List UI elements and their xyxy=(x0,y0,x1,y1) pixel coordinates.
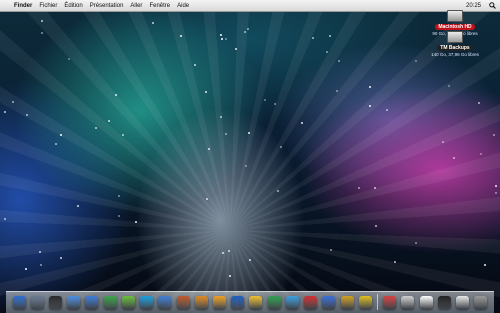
drive-label: Macintosh HD xyxy=(435,24,475,30)
dock-app-icon[interactable] xyxy=(340,296,354,309)
star xyxy=(25,267,28,270)
dock-app-icon[interactable] xyxy=(437,296,451,309)
dock-app-icon[interactable] xyxy=(474,296,488,309)
search-icon[interactable] xyxy=(489,2,496,9)
star xyxy=(25,113,28,116)
dock-app-icon[interactable] xyxy=(121,296,135,309)
dock-app-icon[interactable] xyxy=(213,296,227,309)
star xyxy=(54,143,57,146)
star xyxy=(228,249,231,252)
star xyxy=(453,156,456,159)
star xyxy=(152,21,155,24)
star xyxy=(121,133,124,136)
dock-app-icon[interactable] xyxy=(140,296,154,309)
dock-app-icon[interactable] xyxy=(12,296,26,309)
dock-app-icon[interactable] xyxy=(103,296,117,309)
star xyxy=(263,99,266,102)
hard-drive-icon xyxy=(447,31,463,43)
drive-label: TM Backups xyxy=(437,45,473,51)
dock-app-icon[interactable] xyxy=(456,296,470,309)
menu-fenetre[interactable]: Fenêtre xyxy=(149,3,170,9)
menu-clock[interactable]: 20:25 xyxy=(466,3,481,9)
dock-app-icon[interactable] xyxy=(285,296,299,309)
star xyxy=(40,19,43,22)
star xyxy=(477,101,480,104)
star xyxy=(206,197,209,200)
drive-info: 140 Go, 37,96 Go libres xyxy=(431,52,479,57)
star xyxy=(330,248,333,251)
star xyxy=(328,34,331,37)
star xyxy=(393,260,396,263)
menu-fichier[interactable]: Fichier xyxy=(39,3,57,9)
star xyxy=(479,152,482,155)
star xyxy=(219,115,222,118)
menu-finder[interactable]: Finder xyxy=(14,3,32,9)
dock-app-icon[interactable] xyxy=(358,296,372,309)
star xyxy=(373,186,376,189)
star xyxy=(94,127,97,130)
star xyxy=(335,89,338,92)
menu-aide[interactable]: Aide xyxy=(177,3,189,9)
star xyxy=(3,111,6,114)
dock-app-icon[interactable] xyxy=(401,296,415,309)
menu-edition[interactable]: Édition xyxy=(64,3,82,9)
star xyxy=(234,47,237,50)
dock-app-icon[interactable] xyxy=(67,296,81,309)
desktop-drive-tm-backups[interactable]: TM Backups 140 Go, 37,96 Go libres xyxy=(422,31,488,57)
hard-drive-icon xyxy=(447,10,463,22)
dock-app-icon[interactable] xyxy=(322,296,336,309)
star xyxy=(39,264,42,267)
dock-app-icon[interactable] xyxy=(383,296,397,309)
dock-separator xyxy=(376,294,378,310)
dock-app-icon[interactable] xyxy=(304,296,318,309)
dock-app-icon[interactable] xyxy=(49,296,63,309)
menu-aller[interactable]: Aller xyxy=(130,3,142,9)
dock-app-icon[interactable] xyxy=(158,296,172,309)
menu-presentation[interactable]: Présentation xyxy=(90,3,124,9)
star xyxy=(415,59,418,62)
dock-app-icon[interactable] xyxy=(176,296,190,309)
star xyxy=(220,38,223,41)
dock xyxy=(6,291,494,313)
star xyxy=(273,103,276,106)
dock-app-icon[interactable] xyxy=(419,296,433,309)
dock-app-icon[interactable] xyxy=(267,296,281,309)
star xyxy=(368,86,371,88)
star xyxy=(107,120,110,123)
dock-app-icon[interactable] xyxy=(231,296,245,309)
star xyxy=(280,145,283,148)
dock-app-icon[interactable] xyxy=(85,296,99,309)
dock-app-icon[interactable] xyxy=(194,296,208,309)
star xyxy=(179,34,182,37)
dock-app-icon[interactable] xyxy=(30,296,44,309)
dock-app-icon[interactable] xyxy=(249,296,263,309)
star xyxy=(60,256,63,259)
